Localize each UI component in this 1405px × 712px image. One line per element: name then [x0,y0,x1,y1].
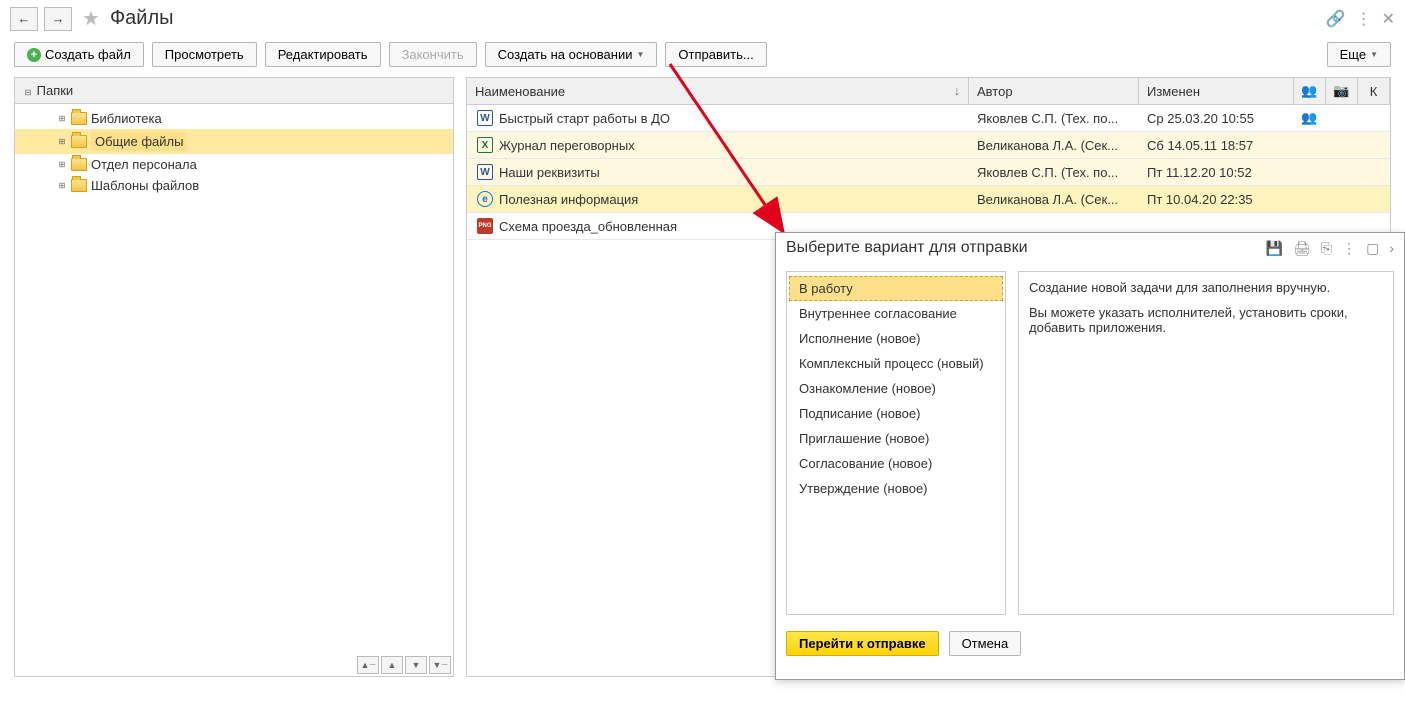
th-cam[interactable]: 📷 [1326,78,1358,104]
send-button[interactable]: Отправить... [665,42,766,67]
star-icon[interactable]: ★ [82,6,100,31]
chevron-down-icon: ▼ [636,50,644,59]
table-row[interactable]: XЖурнал переговорных Великанова Л.А. (Се… [467,132,1390,159]
option-item[interactable]: Приглашение (новое) [789,426,1003,451]
word-icon: W [477,110,493,126]
forward-button[interactable]: → [44,7,72,31]
tree-node-templates[interactable]: ⊞ Шаблоны файлов [15,175,453,196]
create-file-label: Создать файл [45,47,131,62]
dialog-title: Выберите вариант для отправки [786,239,1256,257]
maximize-icon[interactable]: ▢ [1366,240,1379,257]
tree-panel: ⊟ Папки ⊞ Библиотека ⊞ Общие файлы ⊞ Отд… [14,77,454,677]
nav-down[interactable]: ▼ [405,656,427,674]
sort-icon: ↓ [954,84,960,98]
table-row[interactable]: eПолезная информация Великанова Л.А. (Се… [467,186,1390,213]
finish-button: Закончить [389,42,477,67]
users-icon: 👥 [1301,83,1317,99]
expand-icon[interactable]: ⊞ [57,114,67,123]
th-users[interactable]: 👥 [1294,78,1326,104]
option-item[interactable]: Исполнение (новое) [789,326,1003,351]
tree-header[interactable]: ⊟ Папки [15,78,453,104]
table-row[interactable]: WБыстрый старт работы в ДО Яковлев С.П. … [467,105,1390,132]
th-name[interactable]: Наименование ↓ [467,78,969,104]
option-item[interactable]: Внутреннее согласование [789,301,1003,326]
excel-icon: X [477,137,493,153]
close-icon[interactable]: › [1389,240,1394,257]
nav-up[interactable]: ▲ [381,656,403,674]
th-modified[interactable]: Изменен [1139,78,1294,104]
folder-icon [71,135,87,148]
kebab-icon[interactable]: ⋮ [1342,240,1356,257]
expand-icon[interactable]: ⊞ [57,181,67,190]
go-button[interactable]: Перейти к отправке [786,631,939,656]
png-icon: PNG [477,218,493,234]
cancel-button[interactable]: Отмена [949,631,1022,656]
option-item[interactable]: Утверждение (новое) [789,476,1003,501]
folder-icon [71,158,87,171]
th-k[interactable]: К [1358,78,1390,104]
option-item[interactable]: Комплексный процесс (новый) [789,351,1003,376]
browser-icon: e [477,191,493,207]
nav-last[interactable]: ▼— [429,656,451,674]
word-icon: W [477,164,493,180]
view-button[interactable]: Просмотреть [152,42,257,67]
expand-icon[interactable]: ⊞ [57,160,67,169]
collapse-icon[interactable]: ⊟ [23,88,33,97]
option-item[interactable]: Подписание (новое) [789,401,1003,426]
chevron-down-icon: ▼ [1370,50,1378,59]
option-item[interactable]: В работу [789,276,1003,301]
create-based-button[interactable]: Создать на основании ▼ [485,42,658,67]
plus-icon: + [27,48,41,62]
option-item[interactable]: Согласование (новое) [789,451,1003,476]
page-title: Файлы [110,7,174,30]
back-button[interactable]: ← [10,7,38,31]
send-dialog: Выберите вариант для отправки 💾 🖨 ⎘ ⋮ ▢ … [775,232,1405,680]
option-list: В работу Внутреннее согласование Исполне… [786,271,1006,615]
camera-icon: 📷 [1333,83,1349,99]
more-button[interactable]: Еще ▼ [1327,42,1391,67]
edit-button[interactable]: Редактировать [265,42,381,67]
save-icon[interactable]: 💾 [1266,240,1283,257]
folder-icon [71,179,87,192]
link-icon[interactable]: 🔗 [1326,9,1346,29]
folder-icon [71,112,87,125]
th-author[interactable]: Автор [969,78,1139,104]
tree-node-library[interactable]: ⊞ Библиотека [15,108,453,129]
option-item[interactable]: Ознакомление (новое) [789,376,1003,401]
option-description: Создание новой задачи для заполнения вру… [1018,271,1394,615]
print-icon[interactable]: 🖨 [1293,240,1311,257]
table-row[interactable]: WНаши реквизиты Яковлев С.П. (Тех. по...… [467,159,1390,186]
tree-node-hr[interactable]: ⊞ Отдел персонала [15,154,453,175]
tree-node-shared[interactable]: ⊞ Общие файлы [15,129,453,154]
nav-first[interactable]: ▲— [357,656,379,674]
close-icon[interactable]: ✕ [1382,9,1395,29]
users-icon: 👥 [1301,110,1317,126]
kebab-icon[interactable]: ⋮ [1356,9,1372,29]
open-icon[interactable]: ⎘ [1321,240,1332,257]
expand-icon[interactable]: ⊞ [57,137,67,146]
create-file-button[interactable]: + Создать файл [14,42,144,67]
